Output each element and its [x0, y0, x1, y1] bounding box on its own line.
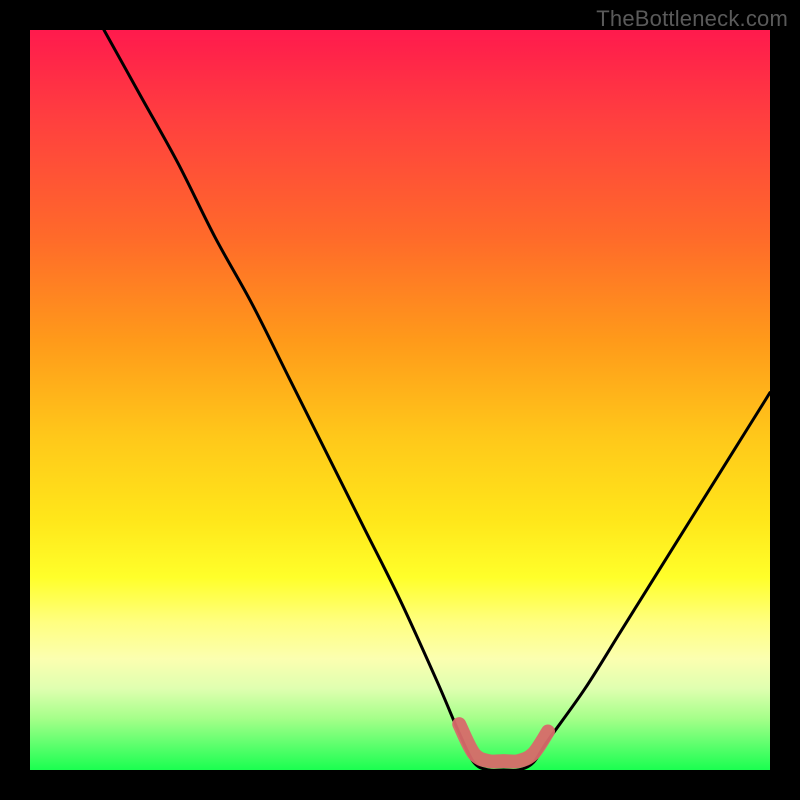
watermark-text: TheBottleneck.com — [596, 6, 788, 32]
chart-frame: TheBottleneck.com — [0, 0, 800, 800]
chart-svg — [30, 30, 770, 770]
bottleneck-curve — [104, 30, 770, 770]
optimal-range-marker — [459, 724, 548, 762]
chart-plot-area — [30, 30, 770, 770]
